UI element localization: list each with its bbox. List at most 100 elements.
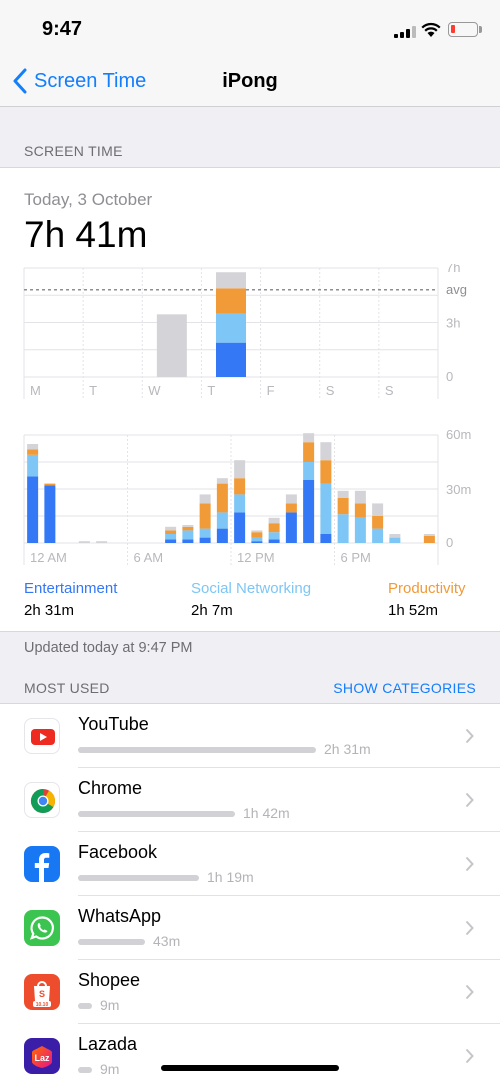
week-bar-segment	[216, 288, 246, 314]
hour-bar-segment	[234, 494, 246, 513]
app-name: Facebook	[78, 842, 158, 862]
list-item-lazada[interactable]: Laz Lazada 9m	[0, 1024, 500, 1082]
hour-bar-segment	[320, 460, 332, 484]
day-label: T	[207, 383, 215, 398]
hour-bar-segment	[182, 539, 194, 543]
whatsapp-icon	[24, 910, 60, 946]
chevron-right-icon	[465, 792, 474, 808]
hour-bar-segment	[165, 539, 177, 543]
battery-cap	[479, 26, 482, 33]
hour-bar-segment	[44, 483, 56, 486]
average-label: avg	[446, 282, 467, 297]
hour-bar-segment	[199, 494, 211, 504]
app-name: Chrome	[78, 778, 143, 798]
most-used-section-header: MOST USED	[24, 680, 110, 696]
day-label: W	[148, 383, 161, 398]
hour-bar-segment	[423, 534, 435, 536]
hour-bar-segment	[337, 514, 349, 543]
x-tick-label: 6 AM	[134, 550, 164, 565]
hour-bar-segment	[303, 433, 315, 443]
usage-time: 43m	[153, 933, 181, 949]
usage-bar	[78, 1003, 92, 1009]
battery-icon	[448, 22, 478, 37]
list-item-chrome[interactable]: Chrome 1h 42m	[0, 768, 500, 832]
hour-bar-segment	[320, 534, 332, 543]
shopee-icon: S 10.10	[24, 974, 60, 1010]
updated-text: Updated today at 9:47 PM	[24, 640, 193, 656]
show-categories-button[interactable]: SHOW CATEGORIES	[333, 680, 476, 696]
y-tick-label: 7h	[446, 264, 460, 275]
hour-bar-segment	[372, 528, 384, 543]
list-item-whatsapp[interactable]: WhatsApp 43m	[0, 896, 500, 960]
chevron-right-icon	[465, 920, 474, 936]
facebook-icon	[24, 846, 60, 882]
hour-bar-segment	[165, 526, 177, 531]
wifi-icon	[421, 22, 441, 37]
hour-bar-segment	[320, 483, 332, 534]
status-bar: 9:47	[0, 0, 500, 58]
hour-bar-segment	[216, 512, 228, 529]
weekly-chart[interactable]: M T W T F S S 7h 3h 0 avg	[0, 264, 500, 404]
list-item-shopee[interactable]: S 10.10 Shopee 9m	[0, 960, 500, 1024]
hour-bar-segment	[199, 537, 211, 543]
day-label: S	[385, 383, 394, 398]
x-tick-label: 6 PM	[341, 550, 371, 565]
hour-bar-segment	[268, 523, 280, 533]
hour-bar-segment	[234, 460, 246, 479]
most-used-list: YouTube 2h 31m Chrome 1h 42m Facebook 1h…	[0, 703, 500, 1082]
hour-bar-segment	[268, 539, 280, 543]
hour-bar-segment	[27, 454, 39, 477]
navigation-bar: Screen Time iPong	[0, 58, 500, 107]
hour-bar-segment	[285, 503, 297, 513]
status-time: 9:47	[42, 18, 83, 40]
hour-bar-segment	[389, 534, 401, 538]
usage-bar	[78, 875, 199, 881]
hour-bar-segment	[320, 442, 332, 461]
y-tick-label: 3h	[446, 316, 460, 331]
legend-social-value: 2h 7m	[191, 602, 233, 619]
hour-bar-segment	[389, 537, 401, 543]
hour-bar-segment	[96, 541, 108, 543]
usage-time: 2h 31m	[324, 741, 371, 757]
hour-bar-segment	[303, 442, 315, 462]
list-item-facebook[interactable]: Facebook 1h 19m	[0, 832, 500, 896]
hour-bar-segment	[251, 530, 263, 533]
hour-bar-segment	[251, 537, 263, 542]
y-tick-label: 60m	[446, 430, 471, 442]
day-label: T	[89, 383, 97, 398]
hour-bar-segment	[27, 444, 39, 450]
x-tick-label: 12 AM	[30, 550, 67, 565]
hour-bar-segment	[337, 490, 349, 498]
screen-time-card: Today, 3 October 7h 41m M T W T F S S 7h 3h 0 avg …	[0, 167, 500, 632]
usage-bar	[78, 939, 145, 945]
usage-bar	[78, 1067, 92, 1073]
hour-bar-segment	[337, 498, 349, 515]
week-bar-segment	[216, 313, 246, 343]
hour-bar-segment	[216, 478, 228, 484]
chevron-right-icon	[465, 728, 474, 744]
hour-bar-segment	[251, 541, 263, 543]
hourly-chart[interactable]: 12 AM 6 AM 12 PM 6 PM 60m 30m 0	[0, 430, 500, 575]
legend-entertainment-value: 2h 31m	[24, 602, 75, 619]
hour-bar-segment	[216, 528, 228, 543]
app-name: Shopee	[78, 970, 141, 990]
usage-time: 9m	[100, 997, 120, 1013]
hour-bar-segment	[27, 476, 39, 543]
screen-time-section-header: SCREEN TIME	[24, 143, 123, 159]
hour-bar-segment	[285, 494, 297, 504]
chevron-right-icon	[465, 984, 474, 1000]
hour-bar-segment	[165, 530, 177, 534]
lazada-icon: Laz	[24, 1038, 60, 1074]
hour-bar-segment	[182, 526, 194, 531]
y-tick-label: 30m	[446, 482, 471, 497]
hour-bar-segment	[216, 483, 228, 513]
svg-text:S: S	[39, 989, 45, 999]
hour-bar-segment	[165, 534, 177, 540]
list-item-youtube[interactable]: YouTube 2h 31m	[0, 704, 500, 768]
page-title: iPong	[222, 70, 278, 92]
week-bar-segment	[156, 314, 187, 377]
x-tick-label: 12 PM	[237, 550, 275, 565]
hour-bar-segment	[182, 530, 194, 540]
y-tick-label: 0	[446, 535, 453, 550]
date-label: Today, 3 October	[24, 190, 153, 209]
